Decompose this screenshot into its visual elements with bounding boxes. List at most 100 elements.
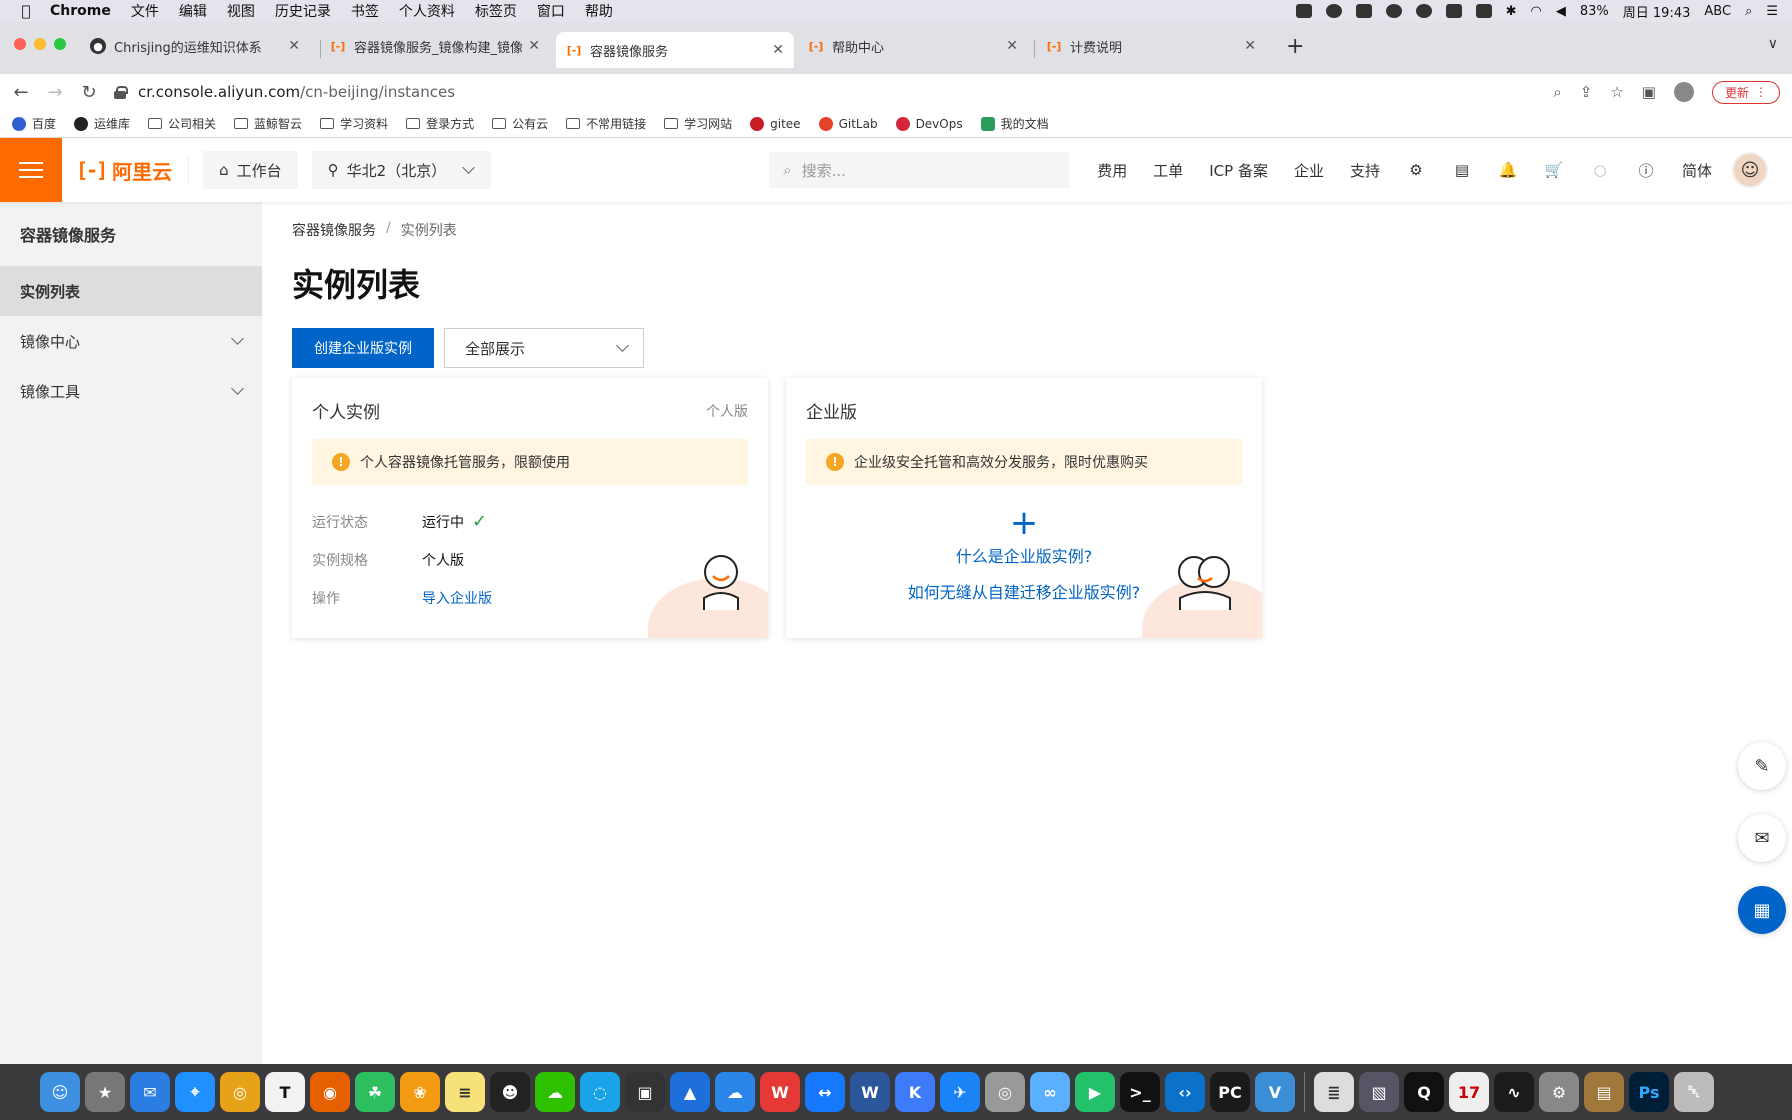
tab-container-registry[interactable]: [-] 容器镜像服务 ✕ (556, 32, 794, 68)
bookmark-docs[interactable]: 我的文档 (980, 115, 1049, 132)
sidebar-item-instances[interactable]: 实例列表 (0, 266, 262, 316)
wechat-dock-icon[interactable]: ☁ (535, 1072, 575, 1112)
screen-record-icon[interactable] (1475, 4, 1492, 18)
user-avatar[interactable]: ☺ (1732, 152, 1769, 188)
address-bar[interactable]: cr.console.aliyun.com/cn-beijing/instanc… (114, 77, 1537, 107)
tab-billing[interactable]: [-] 计费说明 ✕ (1036, 30, 1266, 62)
nav-link-ticket[interactable]: 工单 (1153, 160, 1183, 181)
close-window-button[interactable] (14, 38, 26, 50)
bluetooth-icon[interactable]: ✱ (1506, 4, 1517, 19)
vnc-icon[interactable]: V (1255, 1072, 1295, 1112)
import-enterprise-link[interactable]: 导入企业版 (422, 588, 492, 608)
shield-icon[interactable] (1355, 4, 1372, 18)
wps-icon[interactable]: W (760, 1072, 800, 1112)
word-icon[interactable]: W (850, 1072, 890, 1112)
preview-icon[interactable]: ▧ (1359, 1072, 1399, 1112)
bookmark-folder-bluking[interactable]: 蓝鲸智云 (234, 115, 302, 132)
baidu-netdisk-icon[interactable]: ∞ (1030, 1072, 1070, 1112)
bookmark-gitlab[interactable]: GitLab (818, 116, 878, 131)
utilities-icon[interactable]: ⚙ (1539, 1072, 1579, 1112)
bookmark-baidu[interactable]: 百度 (12, 115, 56, 132)
filter-select[interactable]: 全部展示 (444, 328, 644, 368)
share-icon[interactable]: ⇪ (1580, 83, 1593, 101)
bookmark-folder-learning[interactable]: 学习资料 (320, 115, 388, 132)
wechat-icon[interactable] (1325, 4, 1342, 18)
aliyun-logo[interactable]: [-] 阿里云 (76, 156, 190, 184)
volume-icon[interactable]: ◀ (1556, 4, 1566, 19)
terminal-app-icon[interactable]: ▣ (625, 1072, 665, 1112)
close-tab-icon[interactable]: ✕ (772, 42, 784, 58)
reload-icon[interactable]: ↻ (80, 82, 98, 103)
launchpad-icon[interactable]: ★ (85, 1072, 125, 1112)
mail-icon[interactable]: ✉ (130, 1072, 170, 1112)
new-tab-icon[interactable]: + (1286, 34, 1304, 59)
update-button[interactable]: 更新 ⋮ (1711, 80, 1780, 104)
bookmark-devops[interactable]: DevOps (895, 116, 963, 131)
status-app-icon[interactable] (1295, 4, 1312, 18)
calendar-icon[interactable]: 17 (1449, 1072, 1489, 1112)
tab-search-chevron-icon[interactable]: ∨ (1768, 36, 1778, 52)
language-switch[interactable]: 简体 (1682, 160, 1712, 181)
evernote-icon[interactable]: ☘ (355, 1072, 395, 1112)
workbench-button[interactable]: ⌂ 工作台 (203, 151, 298, 189)
forward-icon[interactable]: → (46, 82, 64, 103)
notes-icon[interactable]: ≡ (445, 1072, 485, 1112)
close-tab-icon[interactable]: ✕ (288, 38, 300, 54)
apple-icon[interactable]:  (12, 2, 40, 20)
document-icon[interactable]: ≣ (1314, 1072, 1354, 1112)
control-center-icon[interactable]: ☰ (1766, 4, 1778, 19)
bookmark-gitee[interactable]: gitee (750, 116, 801, 131)
k-app-icon[interactable]: K (895, 1072, 935, 1112)
feedback-edit-button[interactable]: ✎ (1738, 742, 1786, 790)
minimize-window-button[interactable] (34, 38, 46, 50)
cloud-app-icon[interactable]: ☁ (715, 1072, 755, 1112)
bookmark-star-icon[interactable]: ☆ (1610, 83, 1623, 101)
safari-icon[interactable]: ⌖ (175, 1072, 215, 1112)
bookmark-folder-company[interactable]: 公司相关 (148, 115, 216, 132)
menu-icon[interactable] (0, 138, 62, 202)
tab-image-build[interactable]: [-] 容器镜像服务_镜像构建_镜像授权 ✕ (320, 30, 550, 62)
back-icon[interactable]: ← (12, 82, 30, 103)
menu-profile[interactable]: 个人资料 (389, 1, 465, 21)
archive-icon[interactable]: ▤ (1584, 1072, 1624, 1112)
api-icon[interactable]: ⚙ (1406, 161, 1426, 179)
add-enterprise-icon[interactable]: + (806, 506, 1242, 540)
console-search-input[interactable]: ⌕ 搜索... (769, 152, 1070, 188)
bookmark-folder-cloud[interactable]: 公有云 (492, 115, 548, 132)
teamviewer-icon[interactable]: ↔ (805, 1072, 845, 1112)
card-title[interactable]: 个人实例 (312, 398, 380, 423)
menu-file[interactable]: 文件 (121, 1, 169, 21)
menu-history[interactable]: 历史记录 (265, 1, 341, 21)
menu-bookmarks[interactable]: 书签 (341, 1, 389, 21)
battery-percent[interactable]: 83% (1580, 4, 1609, 19)
menu-app[interactable]: Chrome (40, 3, 121, 19)
sidebar-item-image-center[interactable]: 镜像中心 (0, 316, 262, 366)
input-method[interactable]: ABC (1704, 4, 1731, 19)
close-tab-icon[interactable]: ✕ (1006, 38, 1018, 54)
nav-link-billing[interactable]: 费用 (1097, 160, 1127, 181)
chrome-icon[interactable]: ◎ (220, 1072, 260, 1112)
region-selector[interactable]: ⚲ 华北2（北京） (311, 151, 492, 189)
tab-help-center[interactable]: [-] 帮助中心 ✕ (798, 30, 1028, 62)
bookmark-folder-rare[interactable]: 不常用链接 (566, 115, 646, 132)
zoom-icon[interactable]: ⌕ (1553, 83, 1561, 101)
vscode-icon[interactable]: ‹› (1165, 1072, 1205, 1112)
chat-button[interactable]: ✉ (1738, 814, 1786, 862)
menu-edit[interactable]: 编辑 (169, 1, 217, 21)
bell-icon[interactable] (1385, 4, 1402, 18)
close-tab-icon[interactable]: ✕ (528, 38, 540, 54)
terminal-icon[interactable]: ▤ (1452, 161, 1472, 179)
firefox-icon[interactable]: ◉ (310, 1072, 350, 1112)
menu-tab[interactable]: 标签页 (465, 1, 527, 21)
photos-icon[interactable]: ❀ (400, 1072, 440, 1112)
typora-icon[interactable]: T (265, 1072, 305, 1112)
create-enterprise-instance-button[interactable]: 创建企业版实例 (292, 328, 434, 368)
pycharm-icon[interactable]: PC (1210, 1072, 1250, 1112)
side-panel-icon[interactable]: ▣ (1642, 83, 1656, 101)
cart-icon[interactable]: 🛒 (1544, 161, 1564, 179)
nav-link-icp[interactable]: ICP 备案 (1209, 160, 1268, 181)
chat-app-icon[interactable]: ◌ (580, 1072, 620, 1112)
close-tab-icon[interactable]: ✕ (1244, 38, 1256, 54)
notification-bell-icon[interactable]: 🔔 (1498, 161, 1518, 179)
bookmark-folder-login[interactable]: 登录方式 (406, 115, 474, 132)
